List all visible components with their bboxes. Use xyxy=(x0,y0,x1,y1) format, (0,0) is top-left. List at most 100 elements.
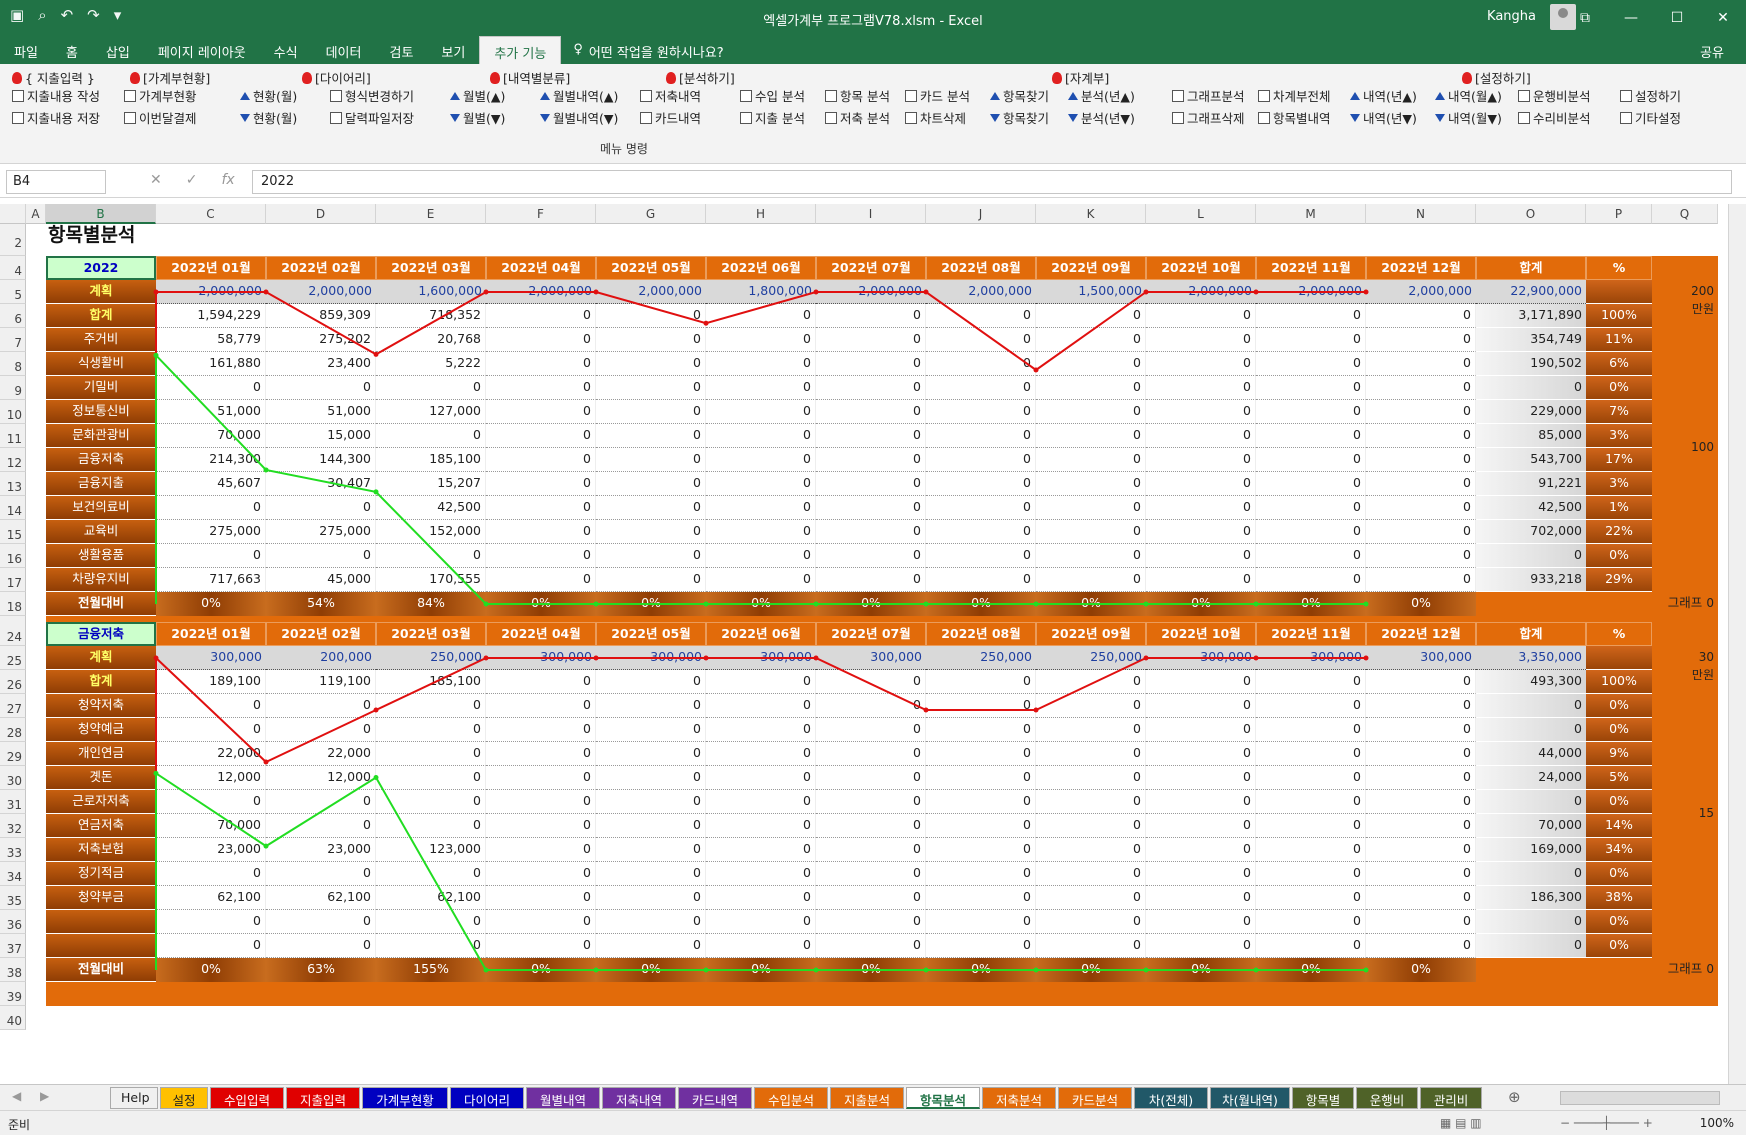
value-cell[interactable]: 0 xyxy=(266,376,376,400)
ribbon-button-row2-12[interactable]: 그래프삭제 xyxy=(1172,108,1245,127)
column-header-H[interactable]: H xyxy=(706,204,816,224)
value-cell[interactable]: 189,100 xyxy=(156,670,266,694)
value-cell[interactable]: 0 xyxy=(596,814,706,838)
value-cell[interactable]: 0 xyxy=(596,934,706,958)
value-cell[interactable]: 0 xyxy=(1036,304,1146,328)
value-cell[interactable]: 0 xyxy=(706,862,816,886)
value-cell[interactable]: 0 xyxy=(706,448,816,472)
ribbon-button-row1-1[interactable]: 가계부현황 xyxy=(124,86,197,105)
tab-8[interactable]: 추가 기능 xyxy=(479,36,562,64)
value-cell[interactable]: 0 xyxy=(816,544,926,568)
value-cell[interactable]: 0 xyxy=(266,496,376,520)
value-cell[interactable]: 0 xyxy=(1256,328,1366,352)
value-cell[interactable]: 144,300 xyxy=(266,448,376,472)
value-cell[interactable]: 0 xyxy=(1036,448,1146,472)
value-cell[interactable]: 62,100 xyxy=(266,886,376,910)
value-cell[interactable]: 0 xyxy=(156,694,266,718)
value-cell[interactable]: 0 xyxy=(486,496,596,520)
sheet-tab-18[interactable]: 관리비 xyxy=(1420,1087,1482,1109)
value-cell[interactable]: 0 xyxy=(596,886,706,910)
formula-input[interactable]: 2022 xyxy=(252,170,1732,194)
value-cell[interactable]: 0 xyxy=(1366,694,1476,718)
value-cell[interactable]: 300,000 xyxy=(816,646,926,670)
row-header[interactable]: 37 xyxy=(0,934,26,958)
value-cell[interactable]: 0 xyxy=(1146,718,1256,742)
value-cell[interactable]: 0 xyxy=(486,328,596,352)
value-cell[interactable]: 0 xyxy=(816,376,926,400)
value-cell[interactable]: 0 xyxy=(1036,766,1146,790)
value-cell[interactable]: 0 xyxy=(486,718,596,742)
value-cell[interactable]: 0 xyxy=(926,910,1036,934)
maximize-icon[interactable]: ☐ xyxy=(1654,0,1700,36)
column-header-I[interactable]: I xyxy=(816,204,926,224)
ribbon-button-row2-8[interactable]: 저축 분석 xyxy=(825,108,890,127)
value-cell[interactable]: 0 xyxy=(706,886,816,910)
value-cell[interactable]: 0 xyxy=(1366,838,1476,862)
ribbon-button-row1-0[interactable]: 지출내용 작성 xyxy=(12,86,100,105)
value-cell[interactable]: 0 xyxy=(1366,766,1476,790)
value-cell[interactable]: 0 xyxy=(376,910,486,934)
sheet-tab-17[interactable]: 운행비 xyxy=(1356,1087,1418,1109)
value-cell[interactable]: 0 xyxy=(926,520,1036,544)
column-header-M[interactable]: M xyxy=(1256,204,1366,224)
value-cell[interactable]: 0 xyxy=(1256,496,1366,520)
value-cell[interactable]: 0 xyxy=(1366,304,1476,328)
value-cell[interactable]: 0 xyxy=(486,376,596,400)
value-cell[interactable]: 2,000,000 xyxy=(596,280,706,304)
value-cell[interactable]: 0 xyxy=(926,568,1036,592)
value-cell[interactable]: 0 xyxy=(1036,886,1146,910)
row-header[interactable]: 9 xyxy=(0,376,26,400)
tab-6[interactable]: 검토 xyxy=(375,36,427,64)
value-cell[interactable]: 0 xyxy=(706,838,816,862)
row-header[interactable]: 28 xyxy=(0,718,26,742)
value-cell[interactable]: 0 xyxy=(1146,694,1256,718)
value-cell[interactable]: 0 xyxy=(486,910,596,934)
value-cell[interactable]: 45,000 xyxy=(266,568,376,592)
value-cell[interactable]: 0 xyxy=(926,886,1036,910)
value-cell[interactable]: 0 xyxy=(596,766,706,790)
value-cell[interactable]: 15,207 xyxy=(376,472,486,496)
value-cell[interactable]: 0 xyxy=(1146,670,1256,694)
ribbon-button-row1-8[interactable]: 항목 분석 xyxy=(825,86,890,105)
value-cell[interactable]: 0 xyxy=(486,934,596,958)
value-cell[interactable]: 0 xyxy=(1036,544,1146,568)
value-cell[interactable]: 1,500,000 xyxy=(1036,280,1146,304)
value-cell[interactable]: 0 xyxy=(1036,742,1146,766)
value-cell[interactable]: 0 xyxy=(816,790,926,814)
ribbon-button-row1-2[interactable]: 현황(월) xyxy=(240,86,297,105)
ribbon-button-row2-0[interactable]: 지출내용 저장 xyxy=(12,108,100,127)
row-header[interactable]: 13 xyxy=(0,472,26,496)
ribbon-display-icon[interactable]: ⧉ xyxy=(1562,0,1608,36)
row-header[interactable]: 31 xyxy=(0,790,26,814)
ribbon-button-row2-14[interactable]: 내역(년▼) xyxy=(1350,108,1417,127)
value-cell[interactable]: 0 xyxy=(1146,496,1256,520)
value-cell[interactable]: 0 xyxy=(926,790,1036,814)
ribbon-button-row1-6[interactable]: 저축내역 xyxy=(640,86,701,105)
sheet-tab-4[interactable]: 가계부현황 xyxy=(362,1087,448,1109)
row-header[interactable]: 30 xyxy=(0,766,26,790)
value-cell[interactable]: 0 xyxy=(706,910,816,934)
row-header[interactable]: 11 xyxy=(0,424,26,448)
value-cell[interactable]: 0 xyxy=(706,376,816,400)
value-cell[interactable]: 0 xyxy=(486,400,596,424)
value-cell[interactable]: 0 xyxy=(266,544,376,568)
value-cell[interactable]: 1,594,229 xyxy=(156,304,266,328)
value-cell[interactable]: 2,000,000 xyxy=(1256,280,1366,304)
value-cell[interactable]: 185,100 xyxy=(376,670,486,694)
sheet-tab-2[interactable]: 수입입력 xyxy=(210,1087,284,1109)
value-cell[interactable]: 0 xyxy=(486,814,596,838)
tab-scroll-left-icon[interactable]: ◀ xyxy=(12,1089,21,1103)
sheet-tab-16[interactable]: 항목별 xyxy=(1292,1087,1354,1109)
row-header[interactable]: 16 xyxy=(0,544,26,568)
value-cell[interactable]: 0 xyxy=(706,496,816,520)
value-cell[interactable]: 0 xyxy=(1146,742,1256,766)
sheet-tab-3[interactable]: 지출입력 xyxy=(286,1087,360,1109)
value-cell[interactable]: 0 xyxy=(596,400,706,424)
value-cell[interactable]: 300,000 xyxy=(1256,646,1366,670)
value-cell[interactable]: 0 xyxy=(486,568,596,592)
value-cell[interactable]: 0 xyxy=(816,742,926,766)
column-header-Q[interactable]: Q xyxy=(1652,204,1718,224)
column-header-B[interactable]: B xyxy=(46,204,156,224)
value-cell[interactable]: 0 xyxy=(816,910,926,934)
sheet-tab-14[interactable]: 차(전체) xyxy=(1134,1087,1208,1109)
